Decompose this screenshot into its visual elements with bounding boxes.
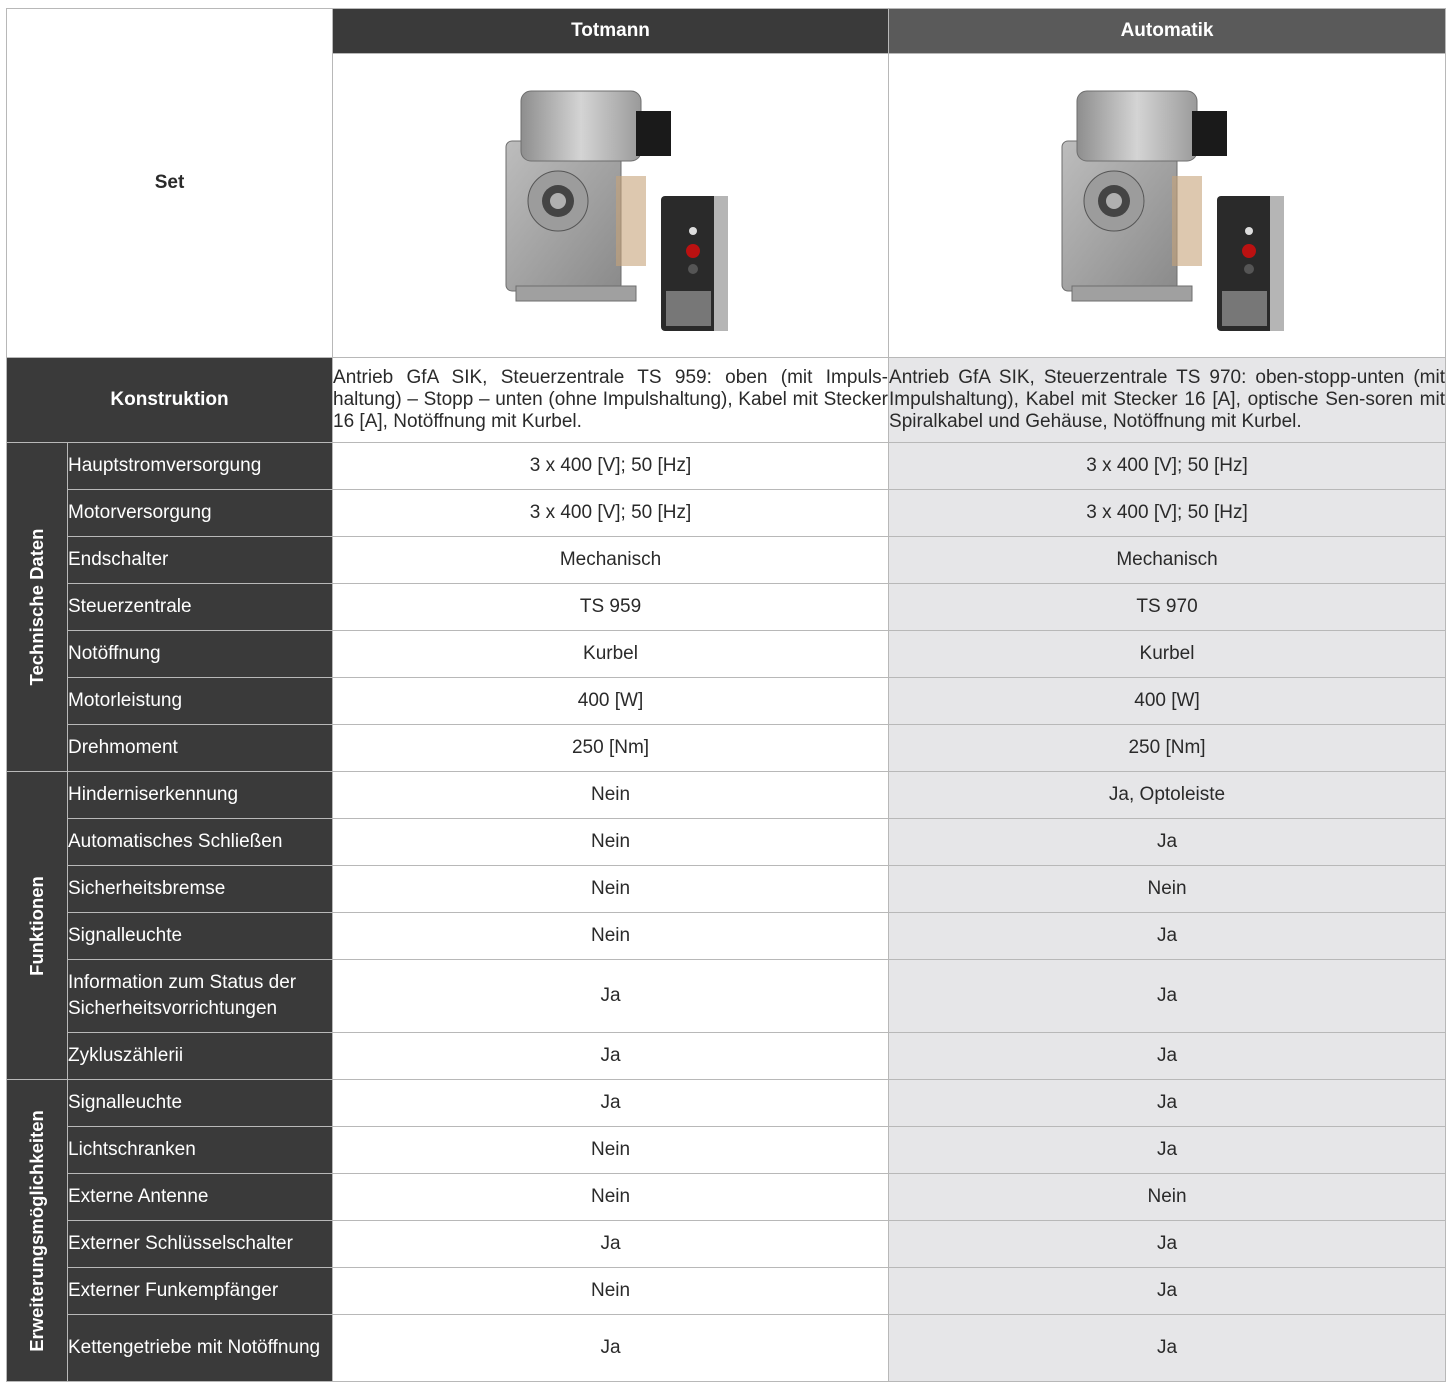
- row-label: Externer Funkempfänger: [66, 1267, 334, 1315]
- value-totmann: Ja: [332, 1079, 890, 1127]
- row-label: Zykluszählerii: [66, 1032, 334, 1080]
- group-technische-daten: Technische Daten: [6, 442, 68, 772]
- value-automatik: Ja: [888, 1032, 1447, 1080]
- comparison-table: Set Totmann Automatik Konstruktion Antri…: [5, 8, 1447, 1382]
- product-image-totmann: [332, 53, 890, 358]
- row-label: Lichtschranken: [66, 1126, 334, 1174]
- row-label: Motorversorgung: [66, 489, 334, 537]
- row-label: Notöffnung: [66, 630, 334, 678]
- value-automatik: Ja: [888, 1126, 1447, 1174]
- value-automatik: Ja, Optoleiste: [888, 771, 1447, 819]
- motor-drive-image: [1061, 90, 1285, 331]
- row-label: Drehmoment: [66, 724, 334, 772]
- value-totmann: 3 x 400 [V]; 50 [Hz]: [332, 489, 890, 537]
- product-image-automatik: [888, 53, 1447, 358]
- value-totmann: Kurbel: [332, 630, 890, 678]
- set-label: Set: [5, 8, 334, 358]
- row-label: Hinderniserkennung: [66, 771, 334, 819]
- row-label: Motorleistung: [66, 677, 334, 725]
- value-totmann: Ja: [332, 959, 890, 1033]
- value-automatik: Ja: [888, 1079, 1447, 1127]
- row-label: Endschalter: [66, 536, 334, 584]
- konstruktion-totmann: Antrieb GfA SIK, Steuerzentrale TS 959: …: [332, 357, 890, 443]
- group-funktionen: Funktionen: [6, 771, 68, 1080]
- row-label: Sicherheitsbremse: [66, 865, 334, 913]
- value-automatik: 3 x 400 [V]; 50 [Hz]: [888, 489, 1447, 537]
- value-totmann: Nein: [332, 912, 890, 960]
- value-totmann: Ja: [332, 1220, 890, 1268]
- row-label: Externer Schlüsselschalter: [66, 1220, 334, 1268]
- row-label: Signalleuchte: [66, 1079, 334, 1127]
- value-automatik: Nein: [888, 865, 1447, 913]
- value-automatik: 250 [Nm]: [888, 724, 1447, 772]
- value-totmann: Nein: [332, 1267, 890, 1315]
- row-label: Kettengetriebe mit Notöffnung: [66, 1314, 334, 1382]
- konstruktion-label: Konstruktion: [5, 357, 334, 443]
- value-automatik: 400 [W]: [888, 677, 1447, 725]
- value-automatik: Ja: [888, 1220, 1447, 1268]
- row-label: Automatisches Schließen: [66, 818, 334, 866]
- value-totmann: Nein: [332, 865, 890, 913]
- value-totmann: 3 x 400 [V]; 50 [Hz]: [332, 442, 890, 490]
- column-header-totmann: Totmann: [332, 8, 890, 54]
- column-header-automatik: Automatik: [888, 8, 1447, 54]
- value-totmann: Ja: [332, 1314, 890, 1382]
- value-totmann: Ja: [332, 1032, 890, 1080]
- value-totmann: 250 [Nm]: [332, 724, 890, 772]
- value-automatik: Ja: [888, 818, 1447, 866]
- value-automatik: Nein: [888, 1173, 1447, 1221]
- row-label: Information zum Status der Sicherheitsvo…: [66, 959, 334, 1033]
- value-totmann: TS 959: [332, 583, 890, 631]
- value-automatik: Mechanisch: [888, 536, 1447, 584]
- value-automatik: Ja: [888, 959, 1447, 1033]
- value-totmann: Nein: [332, 771, 890, 819]
- value-automatik: TS 970: [888, 583, 1447, 631]
- value-totmann: Mechanisch: [332, 536, 890, 584]
- row-label: Externe Antenne: [66, 1173, 334, 1221]
- value-totmann: 400 [W]: [332, 677, 890, 725]
- konstruktion-automatik: Antrieb GfA SIK, Steuerzentrale TS 970: …: [888, 357, 1447, 443]
- value-automatik: Ja: [888, 912, 1447, 960]
- row-label: Hauptstromversorgung: [66, 442, 334, 490]
- value-automatik: Ja: [888, 1267, 1447, 1315]
- row-label: Steuerzentrale: [66, 583, 334, 631]
- value-automatik: 3 x 400 [V]; 50 [Hz]: [888, 442, 1447, 490]
- value-totmann: Nein: [332, 1126, 890, 1174]
- row-label: Signalleuchte: [66, 912, 334, 960]
- motor-drive-image: [505, 90, 728, 331]
- value-totmann: Nein: [332, 1173, 890, 1221]
- group-erweiterungsmoeglichkeiten: Erweiterungsmöglichkeiten: [6, 1079, 68, 1382]
- value-automatik: Ja: [888, 1314, 1447, 1382]
- value-totmann: Nein: [332, 818, 890, 866]
- value-automatik: Kurbel: [888, 630, 1447, 678]
